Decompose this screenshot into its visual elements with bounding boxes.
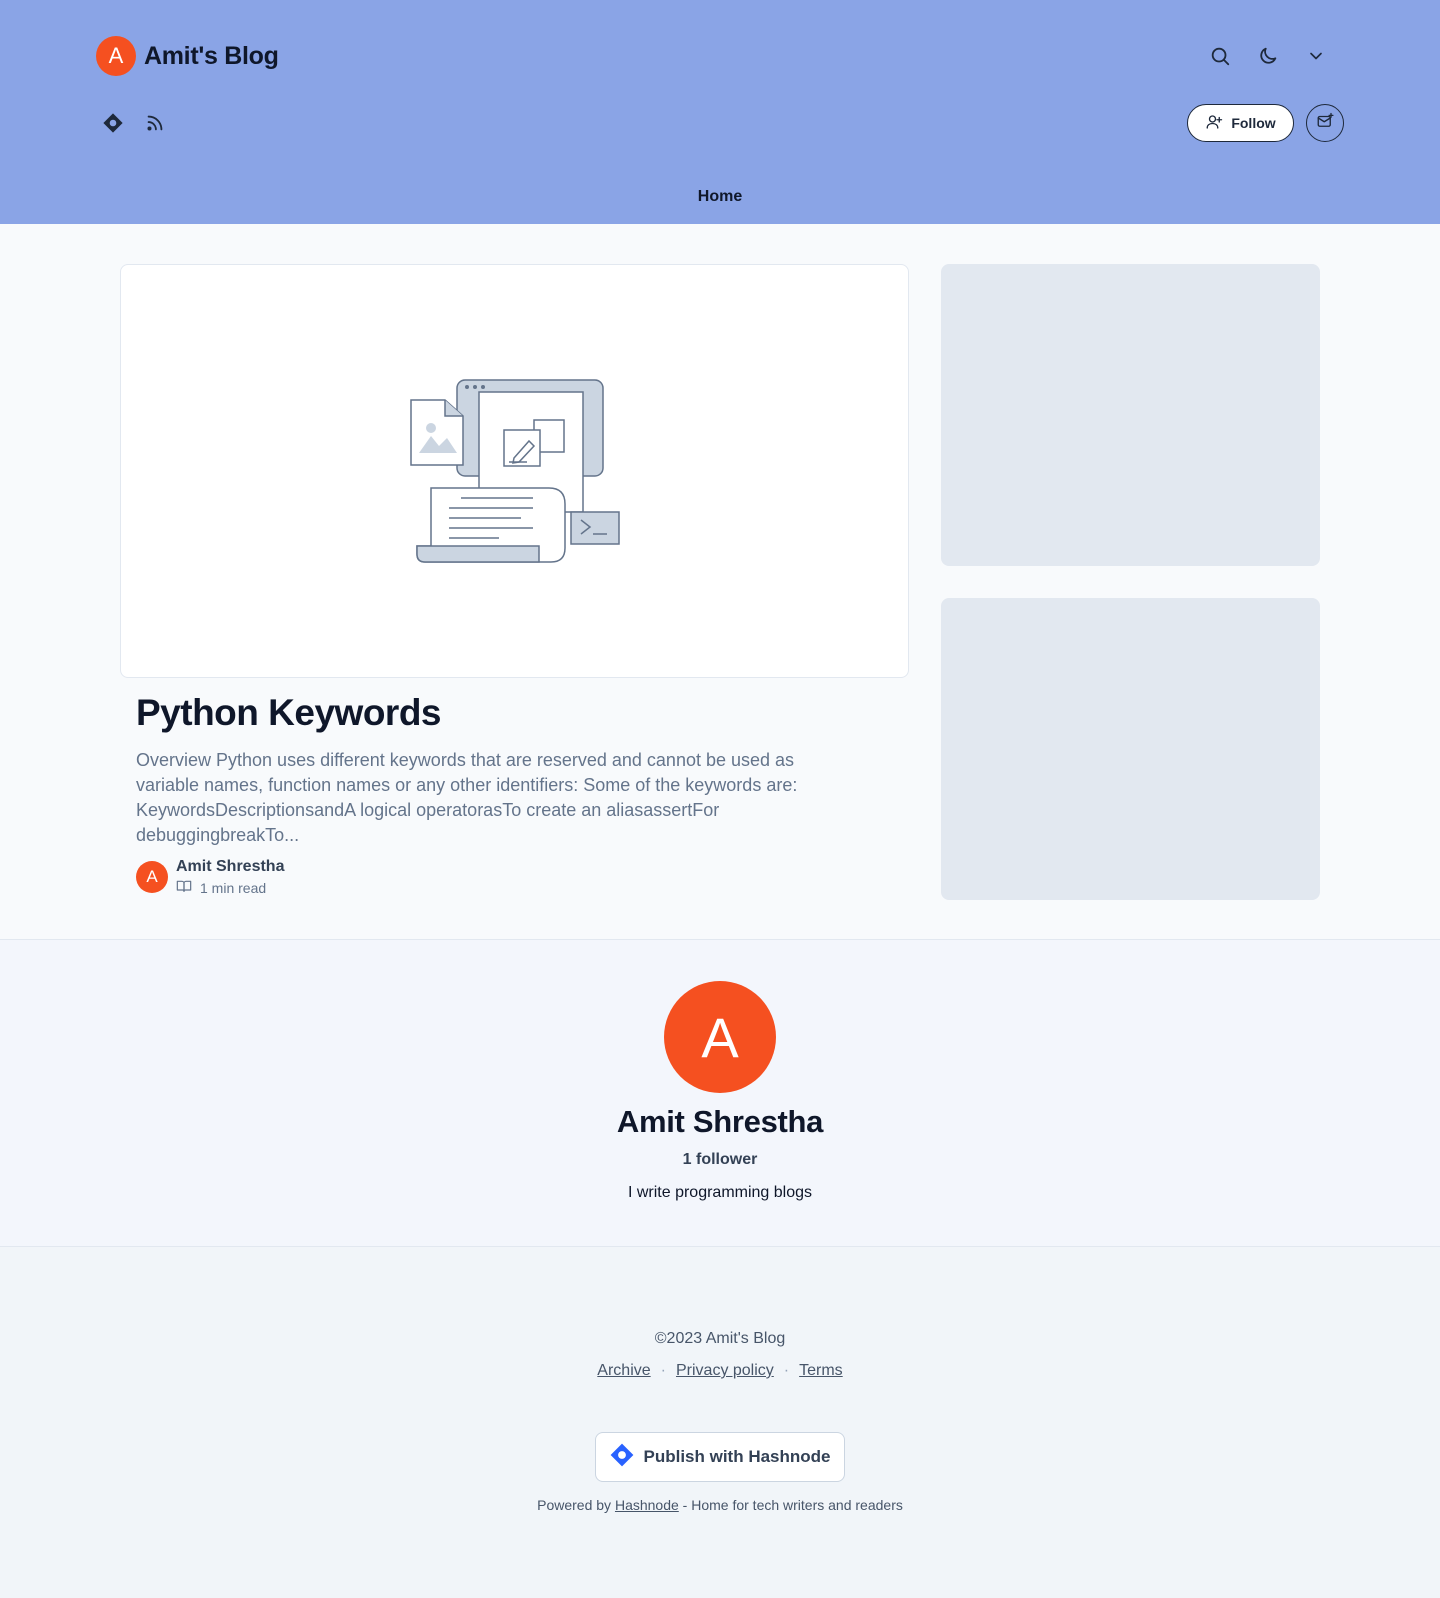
- post-author: A Amit Shrestha 1 min read: [136, 858, 284, 896]
- blog-title[interactable]: Amit's Blog: [144, 42, 279, 71]
- mail-icon: [1316, 112, 1334, 135]
- hashnode-link[interactable]: Hashnode: [615, 1497, 679, 1513]
- rss-icon[interactable]: [138, 103, 172, 143]
- archive-link[interactable]: Archive: [597, 1362, 650, 1380]
- blog-brand[interactable]: A Amit's Blog: [96, 36, 279, 76]
- blog-header: A Amit's Blog Follow Home: [0, 0, 1440, 224]
- powered-prefix: Powered by: [537, 1497, 612, 1513]
- chevron-down-icon[interactable]: [1296, 36, 1336, 76]
- hashnode-icon[interactable]: [96, 103, 130, 143]
- book-open-icon: [176, 879, 192, 896]
- hashnode-icon: [609, 1442, 635, 1473]
- publish-label: Publish with Hashnode: [643, 1447, 831, 1466]
- nav-home-link[interactable]: Home: [0, 188, 1440, 206]
- footer-links: Archive · Privacy policy · Terms: [0, 1362, 1440, 1380]
- post-placeholder-card: [941, 264, 1320, 566]
- moon-icon[interactable]: [1248, 36, 1288, 76]
- powered-by: Powered by Hashnode - Home for tech writ…: [0, 1497, 1440, 1513]
- social-links: [96, 103, 172, 143]
- user-plus-icon: [1205, 113, 1223, 134]
- author-avatar[interactable]: A: [136, 861, 168, 893]
- author-name[interactable]: Amit Shrestha: [176, 858, 284, 876]
- author-profile-avatar[interactable]: A: [664, 981, 776, 1093]
- read-time: 1 min read: [176, 879, 284, 896]
- follower-count[interactable]: 1 follower: [0, 1151, 1440, 1169]
- footer: ©2023 Amit's Blog Archive · Privacy poli…: [0, 1248, 1440, 1598]
- author-bio: I write programming blogs: [627, 1184, 813, 1201]
- read-time-label: 1 min read: [200, 879, 267, 896]
- main-content: Python Keywords Overview Python uses dif…: [0, 224, 1440, 940]
- post-cover-illustration: [409, 379, 620, 563]
- powered-suffix: - Home for tech writers and readers: [682, 1497, 903, 1513]
- separator: ·: [660, 1362, 666, 1379]
- post-placeholder-card: [941, 598, 1320, 900]
- header-actions: [1200, 36, 1336, 76]
- author-profile-name[interactable]: Amit Shrestha: [0, 1104, 1440, 1140]
- publish-with-hashnode-button[interactable]: Publish with Hashnode: [595, 1432, 845, 1482]
- blog-avatar[interactable]: A: [96, 36, 136, 76]
- follow-button[interactable]: Follow: [1187, 104, 1294, 142]
- post-cover[interactable]: [120, 264, 909, 678]
- copyright: ©2023 Amit's Blog: [654, 1330, 786, 1347]
- author-section: A Amit Shrestha 1 follower I write progr…: [0, 940, 1440, 1247]
- privacy-policy-link[interactable]: Privacy policy: [676, 1362, 774, 1380]
- author-meta: Amit Shrestha 1 min read: [176, 858, 284, 896]
- newsletter-button[interactable]: [1306, 104, 1344, 142]
- post-title[interactable]: Python Keywords: [136, 692, 442, 734]
- terms-link[interactable]: Terms: [799, 1362, 843, 1380]
- separator: ·: [783, 1362, 790, 1379]
- search-icon[interactable]: [1200, 36, 1240, 76]
- follow-label: Follow: [1231, 115, 1276, 131]
- post-excerpt[interactable]: Overview Python uses different keywords …: [136, 748, 856, 848]
